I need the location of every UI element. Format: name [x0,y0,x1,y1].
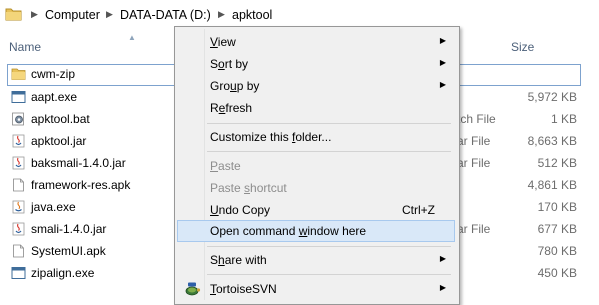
menu-label: Sort by [210,57,249,71]
jar-icon [12,222,25,236]
jar-icon [12,134,25,148]
exe-icon [11,91,26,103]
menu-item-customize-folder[interactable]: Customize this folder... [177,126,455,148]
file-name: smali-1.4.0.jar [31,222,107,236]
breadcrumb-drive[interactable]: DATA-DATA (D:) [120,8,211,22]
context-menu: View ▶ Sort by ▶ Group by ▶ Refresh Cust… [174,26,460,305]
menu-item-tortoisesvn[interactable]: TortoiseSVN ▶ [177,278,455,300]
menu-label: View [210,35,236,49]
breadcrumb-separator-icon[interactable]: ▶ [218,9,225,20]
breadcrumb-computer[interactable]: Computer [45,8,100,22]
breadcrumb-apktool[interactable]: apktool [232,8,272,22]
file-size: 450 KB [537,266,577,280]
menu-label: Customize this folder... [210,130,332,144]
file-name: zipalign.exe [31,266,95,280]
menu-item-paste: Paste [177,155,455,177]
file-size: 5,972 KB [527,90,577,104]
file-icon [13,244,24,258]
file-name: java.exe [31,200,76,214]
submenu-arrow-icon: ▶ [439,283,446,292]
file-type: tch File [457,112,496,126]
folder-icon [5,8,22,21]
menu-item-view[interactable]: View ▶ [177,31,455,53]
file-name: apktool.bat [31,112,90,126]
menu-item-open-command-window[interactable]: Open command window here [177,220,455,242]
submenu-arrow-icon: ▶ [439,254,446,263]
file-name: apktool.jar [31,134,87,148]
file-name: framework-res.apk [31,178,131,192]
column-header-size[interactable]: Size [511,40,534,54]
menu-item-share-with[interactable]: Share with ▶ [177,249,455,271]
bat-icon [12,112,24,126]
column-header-name[interactable]: Name [9,40,41,54]
file-type: ar File [457,222,491,236]
menu-label: Share with [210,253,267,267]
menu-separator [207,246,451,247]
file-size: 8,663 KB [527,134,577,148]
menu-item-undo-copy[interactable]: Undo Copy Ctrl+Z [177,199,455,221]
file-type: ar File [457,156,491,170]
menu-item-paste-shortcut: Paste shortcut [177,177,455,199]
menu-separator [207,123,451,124]
file-icon [13,178,24,192]
menu-separator [207,274,451,275]
file-name: SystemUI.apk [31,244,106,258]
menu-item-group-by[interactable]: Group by ▶ [177,75,455,97]
menu-label: Undo Copy [210,203,271,217]
file-name: aapt.exe [31,90,78,104]
file-size: 1 KB [550,112,577,126]
menu-label: Refresh [210,101,253,115]
tortoise-icon [185,282,201,296]
file-name: cwm-zip [31,67,75,81]
sort-ascending-icon: ▲ [128,33,136,42]
submenu-arrow-icon: ▶ [439,36,446,45]
exe-icon [11,267,26,279]
file-size: 4,861 KB [527,178,577,192]
menu-item-sort-by[interactable]: Sort by ▶ [177,53,455,75]
breadcrumb-separator-icon[interactable]: ▶ [31,9,38,20]
submenu-arrow-icon: ▶ [439,80,446,89]
file-name: baksmali-1.4.0.jar [31,156,126,170]
folder-icon [11,68,26,80]
breadcrumb-separator-icon[interactable]: ▶ [106,9,113,20]
file-size: 677 KB [537,222,577,236]
menu-separator [207,151,451,152]
file-size: 170 KB [537,200,577,214]
java-icon [12,200,25,214]
file-size: 780 KB [537,244,577,258]
menu-item-refresh[interactable]: Refresh [177,97,455,119]
file-type: ar File [457,134,491,148]
menu-label: Open command window here [210,224,367,238]
submenu-arrow-icon: ▶ [439,58,446,67]
menu-label: Group by [210,79,260,93]
menu-label: Paste [210,159,241,173]
menu-label: TortoiseSVN [210,282,277,296]
menu-shortcut: Ctrl+Z [402,203,435,217]
file-size: 512 KB [537,156,577,170]
jar-icon [12,156,25,170]
menu-label: Paste shortcut [210,181,287,195]
